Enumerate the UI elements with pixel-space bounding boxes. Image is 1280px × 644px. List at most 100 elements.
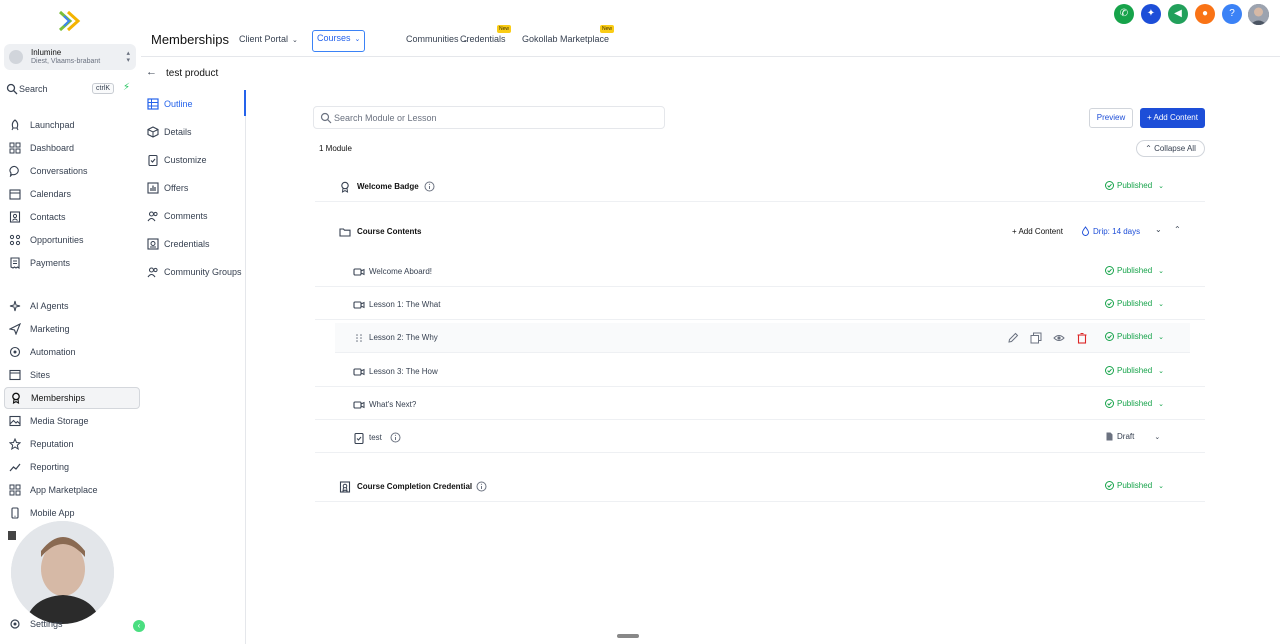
sidebar-item-settings[interactable]: Settings — [4, 615, 140, 633]
lesson-name: Lesson 3: The How — [369, 367, 438, 376]
sidebar: Inlumine Diest, Vlaams-brabant ▴ ▾ Search… — [0, 0, 145, 644]
status-label: Published — [1117, 399, 1153, 408]
sidebar-item-memberships[interactable]: Memberships — [4, 387, 140, 409]
check-circle-icon — [1105, 299, 1114, 308]
tab-client-portal[interactable]: Client Portal ⌄ — [239, 34, 298, 48]
megaphone-icon[interactable]: ◀ — [1168, 4, 1188, 24]
send-icon — [9, 323, 21, 335]
subnav-offers[interactable]: Offers — [147, 180, 188, 196]
add-content-inline-button[interactable]: + Add Content — [1012, 227, 1063, 236]
sidebar-item-opportunities[interactable]: Opportunities — [4, 231, 140, 249]
course-credential-row[interactable]: Course Completion Credential Published ⌄ — [315, 472, 1205, 502]
subnav-credentials[interactable]: Credentials — [147, 236, 210, 252]
phone-icon[interactable]: ✆ — [1114, 4, 1134, 24]
document-icon — [1106, 432, 1113, 441]
subnav-community-groups[interactable]: Community Groups — [147, 264, 242, 280]
tab-courses[interactable]: Courses ⌄ — [312, 30, 366, 52]
chevron-down-icon: ⌄ — [1158, 367, 1165, 375]
chevron-down-icon: ⌄ — [354, 36, 361, 43]
star-icon — [9, 438, 21, 450]
welcome-badge-row[interactable]: Welcome Badge Published ⌄ — [315, 172, 1205, 202]
drip-dropdown[interactable]: Drip: 14 days — [1081, 226, 1140, 236]
account-switcher[interactable]: Inlumine Diest, Vlaams-brabant ▴ ▾ — [4, 44, 136, 70]
lesson-row[interactable]: Lesson 3: The How Published ⌄ — [315, 357, 1205, 387]
sidebar-item-media-storage[interactable]: Media Storage — [4, 412, 140, 430]
sidebar-item-sites[interactable]: Sites — [4, 366, 140, 384]
sidebar-item-launchpad[interactable]: Launchpad — [4, 116, 140, 134]
duplicate-icon[interactable] — [1030, 332, 1042, 344]
sidebar-item-conversations[interactable]: Conversations — [4, 162, 140, 180]
lesson-name: Lesson 2: The Why — [369, 333, 438, 342]
status-dropdown[interactable]: Published ⌄ — [1105, 181, 1164, 190]
tab-gokollab-marketplace[interactable]: Gokollab Marketplace — [522, 34, 609, 48]
info-icon[interactable] — [390, 432, 401, 443]
chevron-up-icon[interactable]: ⌃ — [1174, 225, 1181, 234]
lesson-row[interactable]: Lesson 2: The Why Published ⌄ — [335, 323, 1190, 353]
lesson-row[interactable]: Welcome Aboard! Published ⌄ — [315, 257, 1205, 287]
check-circle-icon — [1105, 266, 1114, 275]
webcam-overlay — [11, 521, 114, 624]
cube-icon — [147, 126, 159, 138]
status-dropdown[interactable]: Published ⌄ — [1105, 481, 1164, 490]
eye-icon[interactable] — [1053, 332, 1065, 344]
status-dropdown[interactable]: Published ⌄ — [1105, 332, 1164, 341]
check-circle-icon — [1105, 181, 1114, 190]
page-title: Memberships — [151, 32, 230, 47]
lesson-row[interactable]: test Draft ⌄ — [315, 423, 1205, 453]
tab-credentials[interactable]: Credentials — [460, 34, 506, 48]
sidebar-item-dashboard[interactable]: Dashboard — [4, 139, 140, 157]
edit-pencil-icon[interactable] — [1007, 332, 1019, 344]
chat-icon — [9, 165, 19, 177]
lesson-row[interactable]: What's Next? Published ⌄ — [315, 390, 1205, 420]
tab-label: Client Portal — [239, 34, 289, 44]
sidebar-item-automation[interactable]: Automation — [4, 343, 140, 361]
video-icon — [353, 368, 365, 376]
sidebar-item-contacts[interactable]: Contacts — [4, 208, 140, 226]
bell-icon[interactable]: ● — [1195, 4, 1215, 24]
status-dropdown[interactable]: Published ⌄ — [1105, 399, 1164, 408]
sidebar-item-label: Payments — [30, 258, 71, 268]
lightning-icon[interactable]: ⚡ — [123, 82, 130, 93]
sidebar-item-mobile-app[interactable]: Mobile App — [4, 504, 140, 522]
subnav-outline[interactable]: Outline — [147, 96, 193, 112]
chevron-down-icon: ⌄ — [1158, 267, 1165, 275]
status-dropdown[interactable]: Published ⌄ — [1105, 366, 1164, 375]
magic-wand-icon[interactable]: ✦ — [1141, 4, 1161, 24]
lesson-row[interactable]: Lesson 1: The What Published ⌄ — [315, 290, 1205, 320]
back-arrow-icon[interactable]: ← — [146, 66, 157, 78]
module-search-input[interactable]: Search Module or Lesson — [313, 106, 665, 129]
help-icon[interactable]: ? — [1222, 4, 1242, 24]
info-icon[interactable] — [424, 181, 435, 192]
sidebar-item-marketing[interactable]: Marketing — [4, 320, 140, 338]
sidebar-item-reporting[interactable]: Reporting — [4, 458, 140, 476]
search-icon — [6, 83, 18, 95]
preview-button[interactable]: Preview — [1089, 108, 1133, 128]
info-icon[interactable] — [476, 481, 487, 492]
top-header: Memberships Client Portal ⌄ Courses ⌄ Comm… — [141, 0, 1280, 57]
app-logo-icon[interactable] — [58, 10, 82, 32]
subnav-comments[interactable]: Comments — [147, 208, 208, 224]
sidebar-item-reputation[interactable]: Reputation — [4, 435, 140, 453]
trash-icon[interactable] — [1076, 332, 1088, 344]
product-subnav: Outline Details Customize Offers Comment… — [141, 90, 246, 644]
sparkle-icon — [9, 300, 21, 312]
collapse-all-button[interactable]: ⌃ Collapse All — [1136, 140, 1205, 157]
add-content-button[interactable]: + Add Content — [1140, 108, 1205, 128]
sidebar-item-ai-agents[interactable]: AI Agents — [4, 297, 140, 315]
status-dropdown[interactable]: Draft ⌄ — [1105, 432, 1160, 441]
subnav-customize[interactable]: Customize — [147, 152, 207, 168]
status-dropdown[interactable]: Published ⌄ — [1105, 299, 1164, 308]
status-dropdown[interactable]: Published ⌄ — [1105, 266, 1164, 275]
sidebar-item-calendars[interactable]: Calendars — [4, 185, 140, 203]
user-avatar[interactable] — [1248, 4, 1269, 25]
drag-handle-icon[interactable] — [353, 332, 365, 344]
scrollbar-handle[interactable] — [617, 634, 639, 638]
sidebar-item-payments[interactable]: Payments — [4, 254, 140, 272]
sidebar-item-app-marketplace[interactable]: App Marketplace — [4, 481, 140, 499]
chevron-down-icon[interactable]: ⌄ — [1155, 225, 1162, 234]
course-contents-row[interactable]: Course Contents + Add Content Drip: 14 d… — [315, 217, 1205, 247]
subnav-details[interactable]: Details — [147, 124, 192, 140]
search-label: Search — [19, 84, 48, 94]
users-icon — [147, 211, 158, 222]
sidebar-search[interactable]: Search ctrlK ⚡ — [6, 82, 134, 98]
